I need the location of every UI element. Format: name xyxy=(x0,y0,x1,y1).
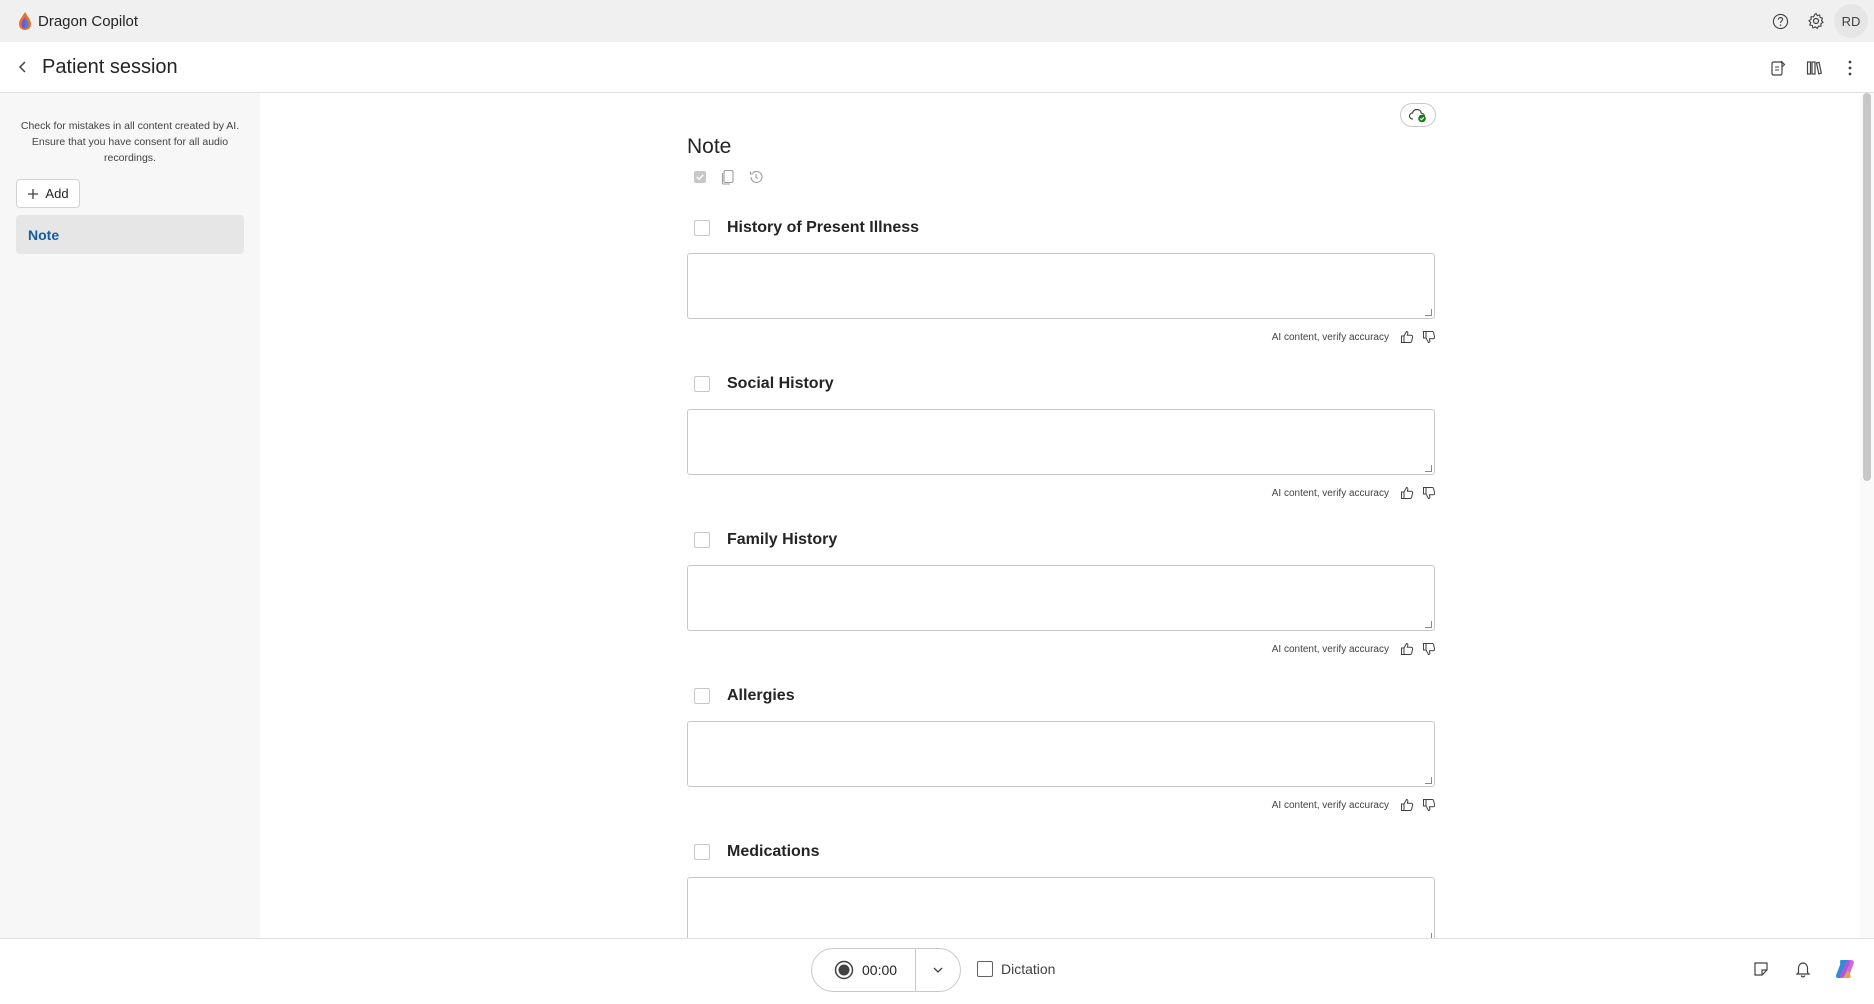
thumbs-down-icon[interactable] xyxy=(1421,797,1437,813)
add-button[interactable]: Add xyxy=(16,179,80,208)
recording-bar: 00:00 Dictation xyxy=(0,938,1874,1004)
cloud-sync-status[interactable] xyxy=(1400,103,1436,127)
history-icon[interactable] xyxy=(747,168,765,186)
plus-icon xyxy=(28,188,39,199)
section-checkbox[interactable] xyxy=(694,688,710,704)
record-icon xyxy=(834,960,854,980)
note-section: History of Present Illness AI content, v… xyxy=(687,216,1437,347)
sidebar-item-note[interactable]: Note xyxy=(16,215,244,254)
record-control: 00:00 xyxy=(811,948,961,992)
dictation-label: Dictation xyxy=(1001,961,1056,977)
sidebar-item-label: Note xyxy=(28,226,60,243)
recording-timer: 00:00 xyxy=(862,962,898,978)
help-icon[interactable] xyxy=(1762,3,1798,39)
add-button-label: Add xyxy=(45,186,69,201)
thumbs-down-icon[interactable] xyxy=(1421,329,1437,345)
section-text-area[interactable] xyxy=(687,253,1435,319)
more-icon[interactable] xyxy=(1832,50,1868,86)
section-title: Medications xyxy=(727,843,820,860)
scrollbar[interactable] xyxy=(1860,93,1874,938)
note-section: Family History AI content, verify accura… xyxy=(687,528,1437,659)
note-edit-icon[interactable] xyxy=(1760,50,1796,86)
ai-accuracy-note: AI content, verify accuracy xyxy=(1271,331,1389,343)
section-text-area[interactable] xyxy=(687,877,1435,938)
section-title: History of Present Illness xyxy=(727,219,920,236)
thumbs-down-icon[interactable] xyxy=(1421,641,1437,657)
section-title: Allergies xyxy=(727,687,795,704)
user-avatar[interactable]: RD xyxy=(1834,4,1868,38)
note-editor: Note History of Present Illness AI conte… xyxy=(260,93,1860,938)
bell-icon[interactable] xyxy=(1784,950,1822,988)
section-title: Family History xyxy=(727,531,838,548)
title-bar: Dragon Copilot RD xyxy=(0,0,1874,42)
thumbs-up-icon[interactable] xyxy=(1399,329,1415,345)
scrollbar-thumb[interactable] xyxy=(1863,93,1871,481)
ai-accuracy-note: AI content, verify accuracy xyxy=(1271,487,1389,499)
sticky-note-icon[interactable] xyxy=(1742,950,1780,988)
dictation-toggle[interactable]: Dictation xyxy=(977,961,1055,977)
section-text-area[interactable] xyxy=(687,565,1435,631)
note-section: Social History AI content, verify accura… xyxy=(687,372,1437,503)
note-section: Allergies AI content, verify accuracy xyxy=(687,684,1437,815)
copy-icon[interactable] xyxy=(719,168,737,186)
select-all-checkbox-icon[interactable] xyxy=(691,168,709,186)
library-icon[interactable] xyxy=(1796,50,1832,86)
note-title: Note xyxy=(687,135,732,158)
section-title: Social History xyxy=(727,375,834,392)
note-toolbar xyxy=(691,168,765,186)
ai-accuracy-note: AI content, verify accuracy xyxy=(1271,643,1389,655)
section-text-area[interactable] xyxy=(687,721,1435,787)
ai-accuracy-note: AI content, verify accuracy xyxy=(1271,799,1389,811)
page-title: Patient session xyxy=(42,55,178,78)
chevron-down-icon xyxy=(933,967,943,973)
note-section: Medications xyxy=(687,840,1437,938)
copilot-icon[interactable] xyxy=(1826,950,1864,988)
section-checkbox[interactable] xyxy=(694,220,710,236)
settings-icon[interactable] xyxy=(1798,3,1834,39)
app-name: Dragon Copilot xyxy=(38,12,139,30)
thumbs-down-icon[interactable] xyxy=(1421,485,1437,501)
section-checkbox[interactable] xyxy=(694,532,710,548)
record-button[interactable]: 00:00 xyxy=(812,949,917,991)
back-arrow-icon[interactable] xyxy=(8,52,38,82)
record-options-dropdown[interactable] xyxy=(916,949,960,991)
section-text-area[interactable] xyxy=(687,409,1435,475)
dictation-checkbox[interactable] xyxy=(977,961,993,977)
ai-disclaimer: Check for mistakes in all content create… xyxy=(20,120,240,164)
thumbs-up-icon[interactable] xyxy=(1399,641,1415,657)
page-header: Patient session xyxy=(0,42,1874,93)
section-checkbox[interactable] xyxy=(694,376,710,392)
thumbs-up-icon[interactable] xyxy=(1399,797,1415,813)
dragon-logo-icon xyxy=(18,11,32,31)
thumbs-up-icon[interactable] xyxy=(1399,485,1415,501)
sidebar: Check for mistakes in all content create… xyxy=(0,93,260,938)
section-checkbox[interactable] xyxy=(694,844,710,860)
cloud-check-icon xyxy=(1408,108,1426,123)
